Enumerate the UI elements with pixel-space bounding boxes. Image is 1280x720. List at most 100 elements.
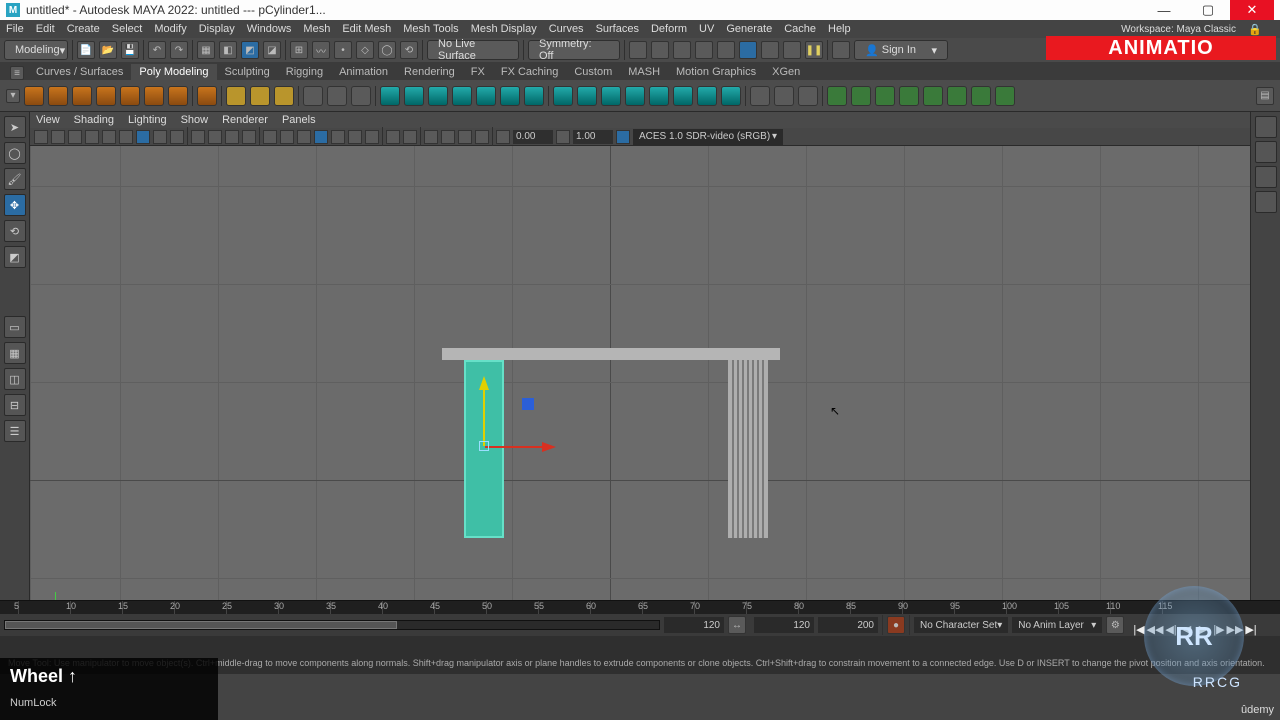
attribute-editor-icon[interactable]: [1255, 141, 1277, 163]
menu-create[interactable]: Create: [67, 23, 100, 35]
move-tool-icon[interactable]: ✥: [4, 194, 26, 216]
lasso-tool-icon[interactable]: ◯: [4, 142, 26, 164]
toolbar-btn-a[interactable]: [629, 41, 647, 59]
ptb-15[interactable]: [280, 130, 294, 144]
connect-icon[interactable]: [774, 86, 794, 106]
anim-prefs-icon[interactable]: ⚙: [1106, 616, 1124, 634]
menu-uv[interactable]: UV: [699, 23, 714, 35]
layout-two-v-icon[interactable]: ⊟: [4, 394, 26, 416]
subdiv-icon[interactable]: [601, 86, 621, 106]
ptb-22[interactable]: [403, 130, 417, 144]
autokey-toggle[interactable]: ●: [887, 616, 905, 634]
move-gizmo-x-axis[interactable]: [485, 446, 543, 448]
command-line[interactable]: [0, 636, 1280, 656]
menu-edit[interactable]: Edit: [36, 23, 55, 35]
insert-icon[interactable]: [798, 86, 818, 106]
rotate-tool-icon[interactable]: ⟲: [4, 220, 26, 242]
gamma-icon[interactable]: [556, 130, 570, 144]
tool-settings-icon[interactable]: [1255, 166, 1277, 188]
sculpt-icon[interactable]: [750, 86, 770, 106]
gamma-value[interactable]: 1.00: [573, 130, 613, 144]
character-set-dropdown[interactable]: No Character Set ▾: [914, 617, 1008, 633]
polyplane-icon[interactable]: [144, 86, 164, 106]
move-gizmo-x-arrow-icon[interactable]: [542, 442, 556, 452]
range-start-b[interactable]: 120: [754, 617, 814, 633]
channelbox-icon[interactable]: [1255, 116, 1277, 138]
snap-view-button[interactable]: ◯: [378, 41, 396, 59]
mirror-icon[interactable]: [553, 86, 573, 106]
menu-windows[interactable]: Windows: [247, 23, 292, 35]
ptb-08[interactable]: [153, 130, 167, 144]
open-scene-button[interactable]: 📂: [99, 41, 117, 59]
menu-help[interactable]: Help: [828, 23, 851, 35]
select-object-button[interactable]: ◧: [219, 41, 237, 59]
svg-icon[interactable]: [274, 86, 294, 106]
menu-select[interactable]: Select: [112, 23, 143, 35]
colormgmt-icon[interactable]: [616, 130, 630, 144]
select-component-button[interactable]: ◩: [241, 41, 259, 59]
polycylinder-icon[interactable]: [72, 86, 92, 106]
snap-live-button[interactable]: ⟲: [400, 41, 418, 59]
ptb-02[interactable]: [51, 130, 65, 144]
menu-cache[interactable]: Cache: [784, 23, 816, 35]
snap-curve-button[interactable]: 〰: [312, 41, 330, 59]
move-gizmo-y-axis[interactable]: [483, 388, 485, 446]
ptb-25[interactable]: [458, 130, 472, 144]
select-tool-icon[interactable]: ➤: [4, 116, 26, 138]
ptb-01[interactable]: [34, 130, 48, 144]
ptb-20[interactable]: [365, 130, 379, 144]
shelf-tab-curves[interactable]: Curves / Surfaces: [28, 64, 131, 80]
layout-two-icon[interactable]: ◫: [4, 368, 26, 390]
panel-menu-shading[interactable]: Shading: [74, 114, 114, 126]
modeling-toolkit-icon[interactable]: [1255, 191, 1277, 213]
ptb-24[interactable]: [441, 130, 455, 144]
ptb-18[interactable]: [331, 130, 345, 144]
shelf-options-icon[interactable]: ▤: [1256, 87, 1274, 105]
menu-mesh-tools[interactable]: Mesh Tools: [403, 23, 458, 35]
ptb-12[interactable]: [225, 130, 239, 144]
polytorus-icon[interactable]: [120, 86, 140, 106]
center-icon[interactable]: [673, 86, 693, 106]
sweep2-icon[interactable]: [327, 86, 347, 106]
smooth-icon[interactable]: [577, 86, 597, 106]
range-slider-track[interactable]: [4, 620, 660, 630]
remesh-icon[interactable]: [851, 86, 871, 106]
append-icon[interactable]: [500, 86, 520, 106]
shelf-tab-animation[interactable]: Animation: [331, 64, 396, 80]
go-end-button[interactable]: ▶|: [1244, 622, 1258, 636]
redo-button[interactable]: ↷: [170, 41, 188, 59]
ptb-09[interactable]: [170, 130, 184, 144]
shelf-menu-icon[interactable]: ≡: [10, 66, 24, 80]
retopo-icon[interactable]: [827, 86, 847, 106]
ptb-05[interactable]: [102, 130, 116, 144]
save-scene-button[interactable]: 💾: [121, 41, 139, 59]
new-scene-button[interactable]: 📄: [77, 41, 95, 59]
workspace-label[interactable]: Workspace: Maya Classic: [1121, 24, 1236, 35]
ptb-11[interactable]: [208, 130, 222, 144]
colorspace-dropdown[interactable]: ACES 1.0 SDR-video (sRGB) ▾: [633, 129, 783, 145]
snap-grid-button[interactable]: ⊞: [290, 41, 308, 59]
menu-display[interactable]: Display: [199, 23, 235, 35]
polycube-icon[interactable]: [48, 86, 68, 106]
maximize-button[interactable]: ▢: [1186, 0, 1230, 20]
move-gizmo-center[interactable]: [479, 441, 489, 451]
panel-menu-view[interactable]: View: [36, 114, 60, 126]
select-template-button[interactable]: ◪: [263, 41, 281, 59]
range-end-a[interactable]: 120: [664, 617, 724, 633]
minimize-button[interactable]: —: [1142, 0, 1186, 20]
menu-surfaces[interactable]: Surfaces: [596, 23, 639, 35]
viewport[interactable]: ↖ front -Z M: [30, 146, 1250, 600]
toolbar-btn-d[interactable]: [695, 41, 713, 59]
panel-menu-lighting[interactable]: Lighting: [128, 114, 167, 126]
shelf-tab-rendering[interactable]: Rendering: [396, 64, 463, 80]
misc2-icon[interactable]: [995, 86, 1015, 106]
toolbar-btn-e[interactable]: [717, 41, 735, 59]
exposure-icon[interactable]: [496, 130, 510, 144]
select-hierarchy-button[interactable]: ▦: [197, 41, 215, 59]
ptb-21[interactable]: [386, 130, 400, 144]
ptb-16[interactable]: [297, 130, 311, 144]
multicut-icon[interactable]: [697, 86, 717, 106]
combine-icon[interactable]: [380, 86, 400, 106]
menu-modify[interactable]: Modify: [154, 23, 186, 35]
ptb-07[interactable]: [136, 130, 150, 144]
